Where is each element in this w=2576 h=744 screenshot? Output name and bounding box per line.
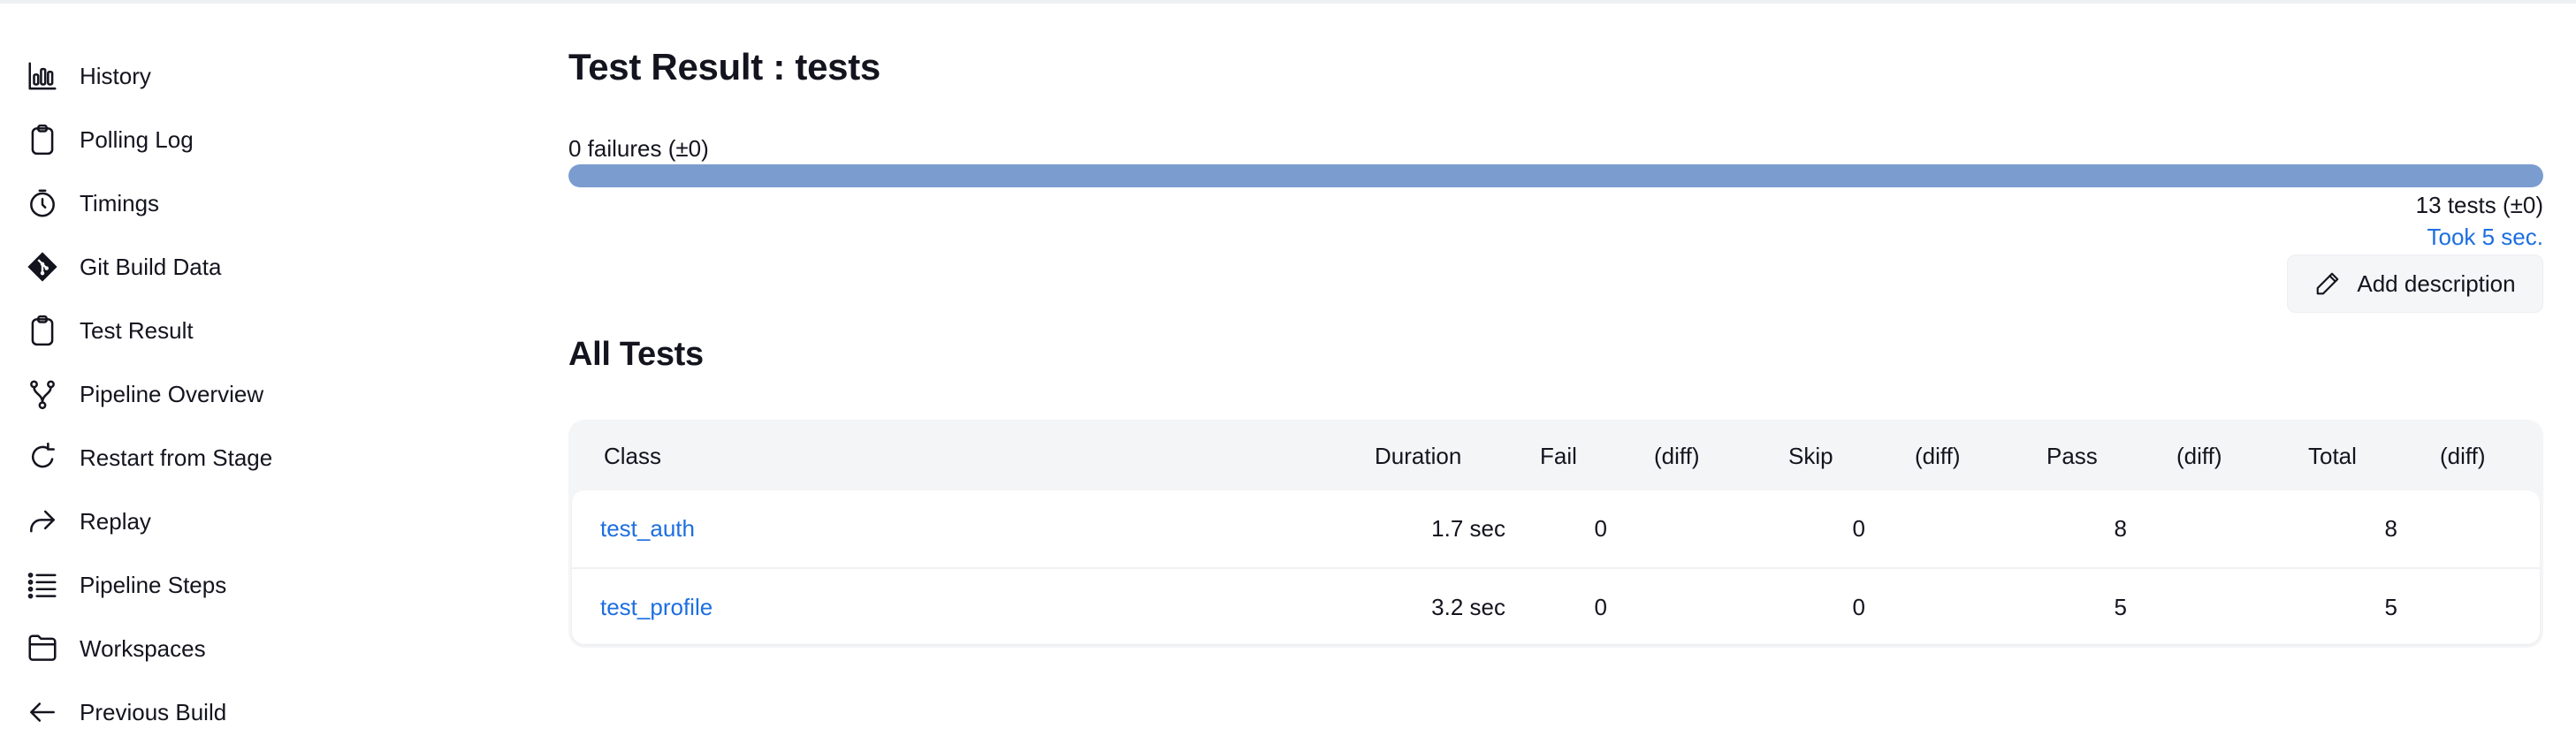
pencil-icon <box>2317 272 2339 295</box>
sidebar-item-label: Polling Log <box>80 125 194 153</box>
progress-pass-fill <box>568 164 2543 187</box>
clipboard-icon <box>25 313 60 348</box>
sidebar-item-test-result[interactable]: Test Result <box>25 299 520 362</box>
add-description-button[interactable]: Add description <box>2287 254 2543 313</box>
bar-chart-icon <box>25 58 60 94</box>
sidebar-item-label: Git Build Data <box>80 253 222 280</box>
total-cell: 5 <box>2384 594 2397 620</box>
table-body: test_auth 1.7 sec 0 0 8 8 test_profile 3… <box>572 490 2540 644</box>
column-header-fail-diff[interactable]: (diff) <box>1654 443 1700 470</box>
sidebar-item-workspaces[interactable]: Workspaces <box>25 617 520 680</box>
duration-link[interactable]: Took 5 sec. <box>2427 224 2543 251</box>
sidebar-item-label: Pipeline Overview <box>80 380 264 407</box>
skip-cell: 0 <box>1852 594 1865 620</box>
sidebar-item-label: Pipeline Steps <box>80 571 227 598</box>
sidebar-item-label: Test Result <box>80 316 194 344</box>
sidebar-item-restart-from-stage[interactable]: Restart from Stage <box>25 426 520 490</box>
pass-cell: 8 <box>2114 515 2127 542</box>
column-header-pass-diff[interactable]: (diff) <box>2176 443 2222 470</box>
fail-cell: 0 <box>1594 515 1607 542</box>
stopwatch-icon <box>25 186 60 221</box>
table-header: Class Duration Fail (diff) Skip (diff) P… <box>572 420 2540 490</box>
duration-cell: 3.2 sec <box>1431 594 1505 620</box>
restart-icon <box>25 440 60 475</box>
sidebar-item-pipeline-overview[interactable]: Pipeline Overview <box>25 362 520 426</box>
list-steps-icon <box>25 567 60 603</box>
duration-cell: 1.7 sec <box>1431 515 1505 542</box>
column-header-total-diff[interactable]: (diff) <box>2440 443 2486 470</box>
sidebar-item-timings[interactable]: Timings <box>25 171 520 235</box>
add-description-label: Add description <box>2357 270 2516 297</box>
sidebar-item-label: Replay <box>80 507 151 535</box>
class-link[interactable]: test_profile <box>600 594 713 620</box>
sidebar-item-previous-build[interactable]: Previous Build <box>25 680 520 744</box>
sidebar-item-history[interactable]: History <box>25 44 520 108</box>
column-header-class[interactable]: Class <box>604 443 661 470</box>
fail-cell: 0 <box>1594 594 1607 620</box>
column-header-skip-diff[interactable]: (diff) <box>1915 443 1961 470</box>
test-progress-bar <box>568 164 2543 187</box>
sidebar-item-git-build-data[interactable]: Git Build Data <box>25 235 520 299</box>
column-header-total[interactable]: Total <box>2308 443 2357 470</box>
class-link[interactable]: test_auth <box>600 515 695 542</box>
table-row: test_auth 1.7 sec 0 0 8 8 <box>572 490 2540 567</box>
class-cell: test_profile <box>600 594 713 621</box>
git-icon <box>25 249 60 285</box>
sidebar-item-label: History <box>80 62 151 89</box>
column-header-skip[interactable]: Skip <box>1788 443 1833 470</box>
skip-cell: 0 <box>1852 515 1865 542</box>
sidebar-item-replay[interactable]: Replay <box>25 490 520 553</box>
column-header-pass[interactable]: Pass <box>2046 443 2098 470</box>
table-row: test_profile 3.2 sec 0 0 5 5 <box>572 567 2540 644</box>
page-title: Test Result : tests <box>568 46 880 87</box>
sidebar-item-label: Previous Build <box>80 698 227 725</box>
tests-table: Class Duration Fail (diff) Skip (diff) P… <box>568 420 2543 648</box>
clipboard-icon <box>25 122 60 157</box>
total-cell: 8 <box>2384 515 2397 542</box>
failures-summary: 0 failures (±0) <box>568 135 709 162</box>
sidebar: History Polling Log Timings Git Build Da… <box>25 44 520 744</box>
sidebar-item-pipeline-steps[interactable]: Pipeline Steps <box>25 553 520 617</box>
all-tests-title: All Tests <box>568 336 704 373</box>
column-header-duration[interactable]: Duration <box>1375 443 1461 470</box>
sidebar-item-label: Timings <box>80 189 160 216</box>
sidebar-item-label: Restart from Stage <box>80 444 273 471</box>
class-cell: test_auth <box>600 515 695 543</box>
replay-icon <box>25 504 60 539</box>
folder-icon <box>25 631 60 666</box>
tests-summary: 13 tests (±0) <box>2415 192 2543 218</box>
column-header-fail[interactable]: Fail <box>1540 443 1577 470</box>
pass-cell: 5 <box>2114 594 2127 620</box>
branch-icon <box>25 376 60 412</box>
arrow-left-icon <box>25 695 60 730</box>
main-content: Test Result : tests 0 failures (±0) 13 t… <box>568 0 2543 738</box>
sidebar-item-polling-log[interactable]: Polling Log <box>25 108 520 171</box>
sidebar-item-label: Workspaces <box>80 634 206 662</box>
